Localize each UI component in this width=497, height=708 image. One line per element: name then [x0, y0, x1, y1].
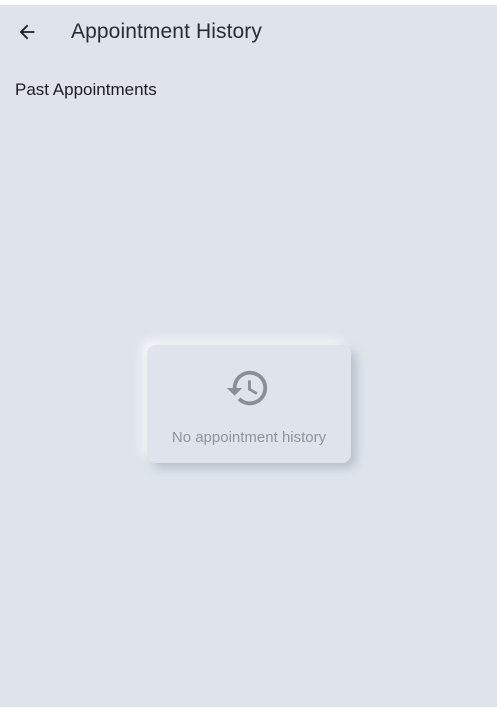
arrow-back-icon [16, 21, 38, 48]
empty-state-message: No appointment history [171, 429, 327, 446]
page-title: Appointment History [71, 20, 262, 43]
back-button[interactable] [10, 17, 44, 51]
appointment-history-screen: Appointment History Past Appointments No… [0, 5, 497, 707]
history-icon [225, 365, 271, 411]
section-title-past-appointments: Past Appointments [15, 80, 157, 99]
app-bar: Appointment History [0, 5, 497, 61]
empty-state-card: No appointment history [147, 345, 351, 463]
